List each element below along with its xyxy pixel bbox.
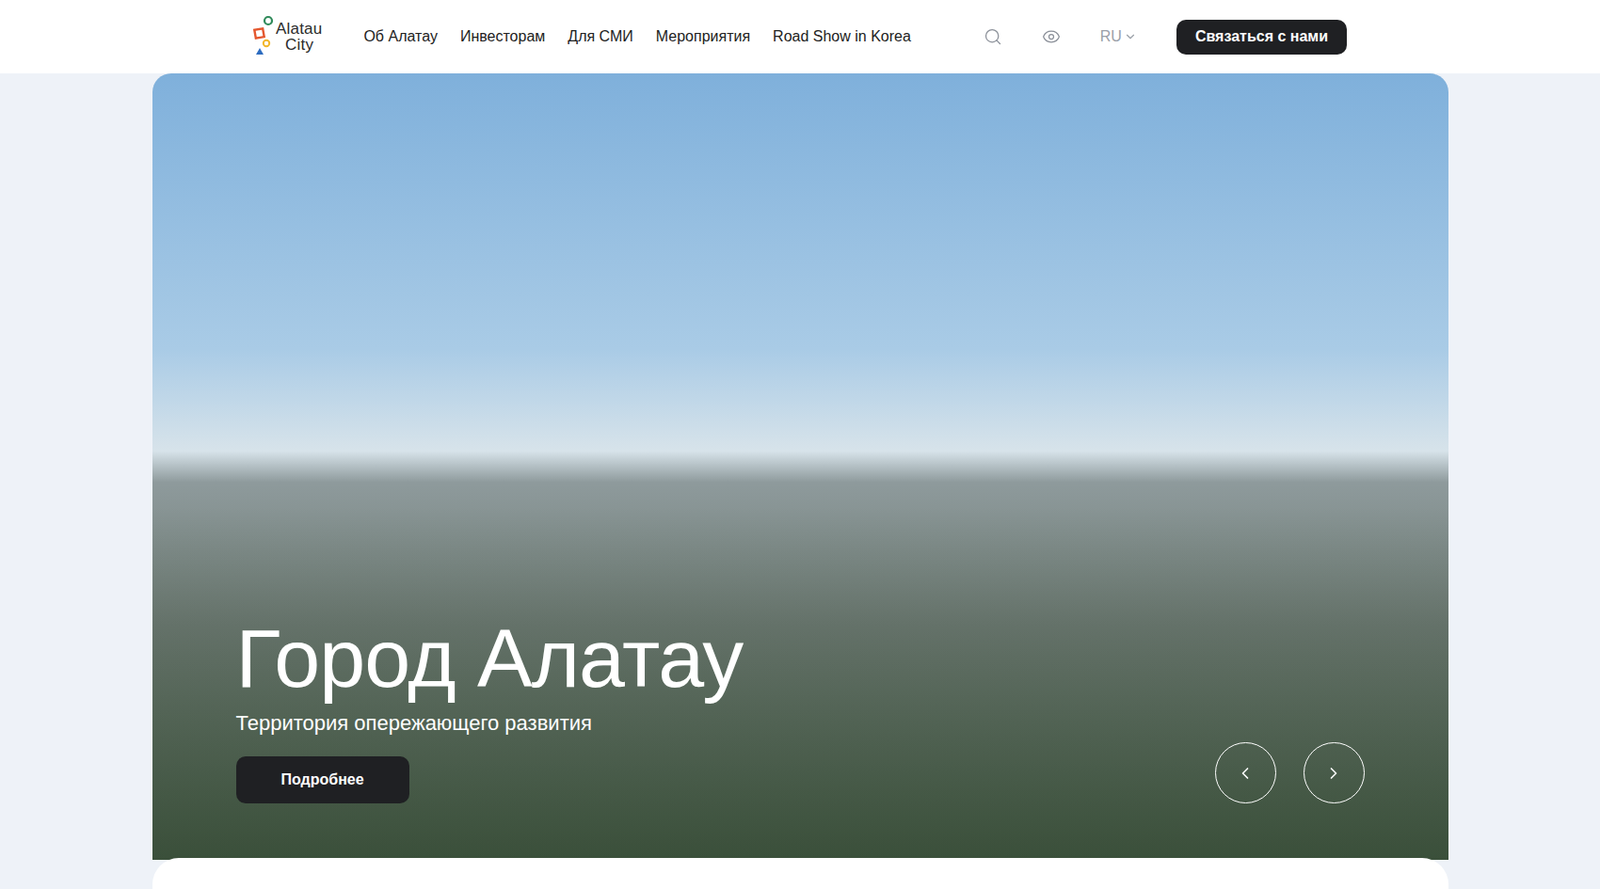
logo-mark-icon [253, 15, 274, 59]
search-icon [983, 27, 1003, 47]
nav-item[interactable]: Для СМИ [567, 28, 633, 46]
more-button[interactable]: Подробнее [236, 756, 410, 804]
header-inner: AlatauCity Об Алатау Инвесторам Для СМИ Меро… [253, 0, 1347, 74]
prev-button[interactable] [1215, 742, 1277, 804]
nav-item[interactable]: Об Алатау [363, 28, 437, 46]
hero-slider: Город Алатау Территория опережающего разв… [152, 73, 1449, 861]
page: AlatauCity Об Алатау Инвесторам Для СМИ Меро… [0, 0, 1600, 889]
header-actions: RU Связаться с нами [983, 19, 1347, 55]
next-button[interactable] [1303, 742, 1365, 804]
hero-subtitle: Территория опережающего развития [236, 711, 592, 736]
chevron-down-icon [1123, 30, 1137, 44]
nav-item[interactable]: Road Show in Korea [772, 28, 912, 46]
header: AlatauCity Об Алатау Инвесторам Для СМИ Меро… [0, 0, 1600, 74]
main-nav: Об Алатау Инвесторам Для СМИ Мероприятия Roa… [363, 28, 911, 46]
logo[interactable]: AlatauCity [253, 15, 322, 59]
contact-button[interactable]: Связаться с нами [1176, 19, 1347, 55]
search-button[interactable] [983, 27, 1003, 47]
nav-item[interactable]: Инвесторам [460, 28, 545, 46]
chevron-right-icon [1324, 764, 1344, 784]
content-card [152, 858, 1449, 889]
logo-text: AlatauCity [275, 20, 322, 53]
language-select[interactable]: RU [1100, 28, 1137, 46]
chevron-left-icon [1235, 764, 1255, 784]
accessibility-button[interactable] [1041, 27, 1061, 47]
slider-arrows [1215, 742, 1365, 804]
eye-icon [1041, 27, 1061, 47]
hero-text: Город Алатау Территория опережающего разв… [236, 615, 744, 804]
hero-title: Город Алатау [236, 615, 744, 703]
nav-item[interactable]: Мероприятия [656, 28, 751, 46]
